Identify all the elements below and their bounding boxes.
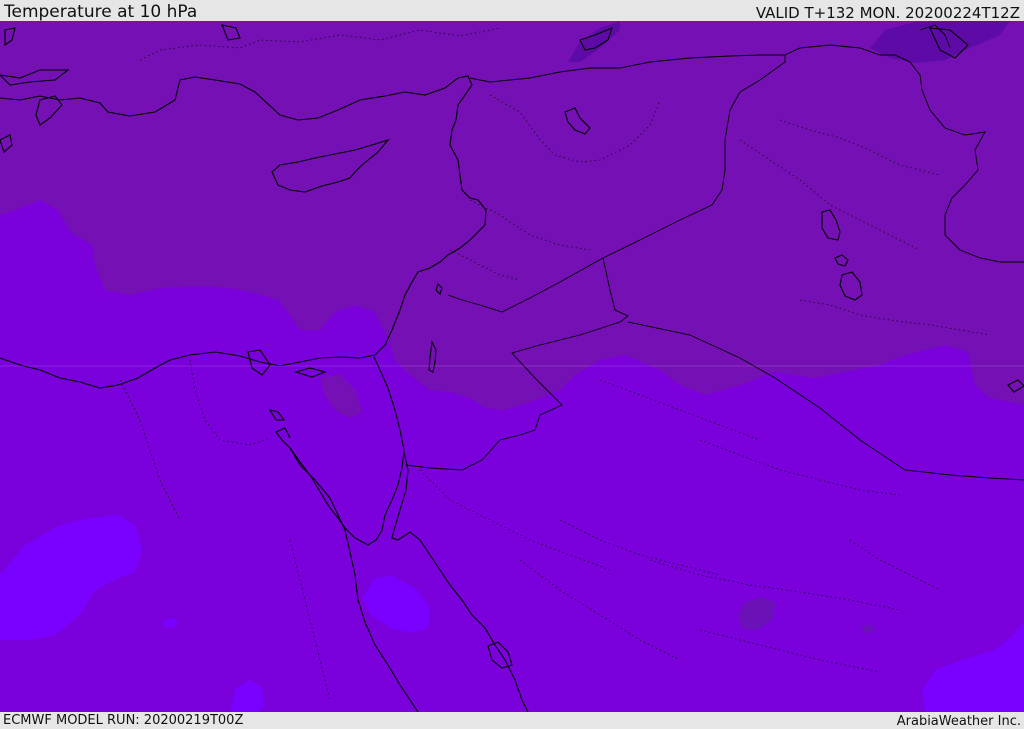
credit-label: ArabiaWeather Inc. bbox=[896, 714, 1021, 729]
deep-cold-dot bbox=[862, 625, 874, 633]
model-run-label: ECMWF MODEL RUN: 20200219T00Z bbox=[3, 713, 244, 728]
temperature-map bbox=[0, 21, 1024, 712]
map-title: Temperature at 10 hPa bbox=[4, 2, 198, 22]
valid-time: VALID T+132 MON. 20200224T12Z bbox=[755, 4, 1020, 22]
